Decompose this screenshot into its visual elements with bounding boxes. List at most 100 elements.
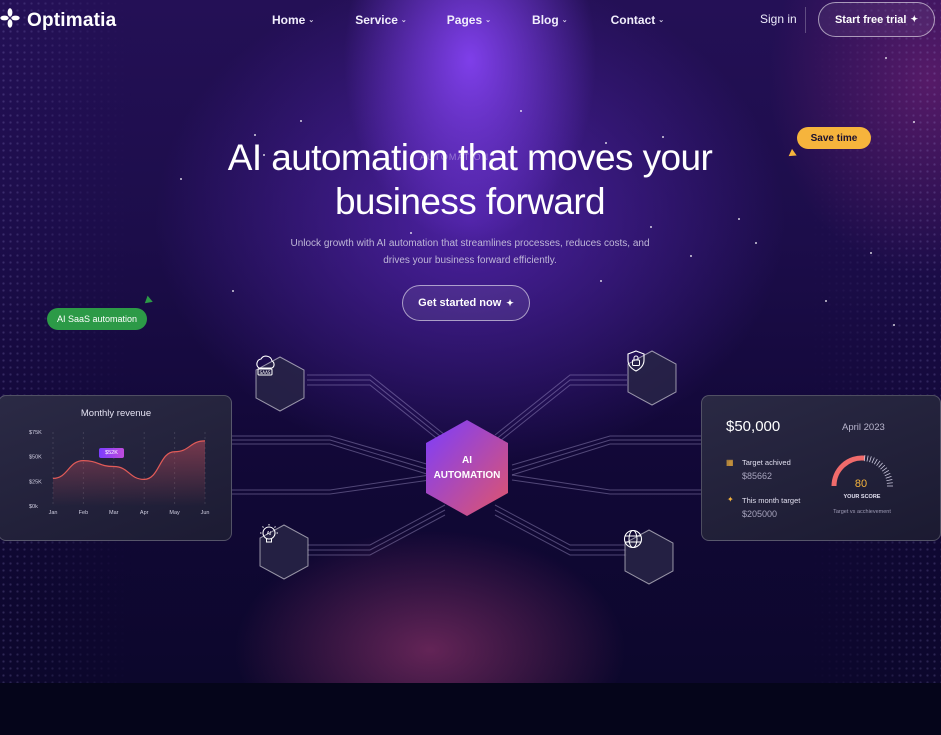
x-tick-label: Mar: [109, 510, 119, 516]
gauge-tick: [880, 464, 886, 470]
ai-automation-core: AI AUTOMATION: [422, 418, 512, 518]
gauge-tick: [876, 460, 881, 466]
x-tick-label: Jan: [49, 510, 58, 516]
target-achieved-value: $85662: [742, 471, 773, 481]
sparkle-icon: ✦: [727, 495, 734, 504]
globe-icon: [622, 528, 676, 586]
nav-item-label: Pages: [446, 13, 483, 27]
logo-icon: [0, 8, 20, 33]
shield-lock-icon: [625, 349, 679, 407]
chevron-down-icon: ⌄: [561, 17, 568, 24]
y-tick-label: $50K: [29, 455, 42, 461]
star: [755, 242, 757, 244]
nav-item-contact[interactable]: Contact ⌄: [611, 13, 665, 27]
chevron-down-icon: ⌄: [485, 17, 492, 24]
x-tick-label: May: [169, 510, 180, 516]
gauge-tick: [878, 462, 883, 468]
grid-icon: ▦: [726, 458, 734, 467]
nav-item-label: Contact: [610, 13, 656, 27]
saas-node-text: SAAS: [260, 370, 271, 375]
target-achieved-label: Target achived: [742, 458, 791, 467]
monthly-revenue-card: Monthly revenue $75K $50K $25K $0k Jan Feb Mar…: [0, 395, 232, 541]
gauge-tick: [885, 475, 892, 479]
hero-subtext: Unlock growth with AI automation that st…: [260, 235, 680, 269]
score-subcaption: Target vs acchievement: [833, 509, 891, 515]
star: [870, 252, 872, 254]
y-tick-label: $25K: [29, 479, 42, 485]
cloud-saas-icon: SAAS: [253, 355, 307, 413]
ai-bulb-icon: AI: [257, 523, 311, 581]
logo[interactable]: Optimatia: [0, 8, 116, 33]
gauge-tick: [884, 472, 891, 477]
star: [893, 324, 895, 326]
gauge-tick: [881, 467, 888, 472]
chevron-down-icon: ⌄: [658, 17, 665, 24]
ai-node-text: AI: [267, 531, 272, 537]
saas-node: SAAS: [253, 355, 307, 413]
chevron-down-icon: ⌄: [308, 17, 315, 24]
star: [520, 110, 522, 112]
top-nav: Optimatia Home ⌄ Service ⌄ Pages ⌄ Blog …: [0, 0, 941, 40]
gauge-tick: [873, 458, 878, 465]
save-time-badge: Save time: [797, 127, 871, 149]
core-label-line-2: AUTOMATION: [433, 470, 501, 481]
nav-divider: [805, 7, 806, 33]
nav-item-home[interactable]: Home ⌄: [272, 13, 314, 27]
main-menu: Home ⌄ Service ⌄ Pages ⌄ Blog ⌄ Contact …: [272, 13, 664, 27]
star: [410, 232, 412, 234]
nav-item-label: Blog: [532, 13, 559, 27]
x-tick-label: Apr: [140, 510, 149, 516]
chevron-down-icon: ⌄: [400, 17, 407, 24]
get-started-button[interactable]: Get started now ✦: [402, 285, 530, 321]
nav-item-label: Service: [355, 13, 398, 27]
y-tick-label: $75K: [29, 430, 42, 436]
star: [232, 290, 234, 292]
x-tick-label: Jun: [201, 510, 210, 516]
nav-item-blog[interactable]: Blog ⌄: [532, 13, 568, 27]
star: [300, 120, 302, 122]
star: [885, 57, 887, 59]
brand-name: Optimatia: [27, 9, 117, 31]
headline-line-2: business forward: [334, 181, 606, 222]
x-tick-label: Feb: [79, 510, 88, 516]
nav-item-label: Home: [272, 13, 306, 27]
month-target-value: $205000: [742, 509, 778, 519]
score-caption: YOUR SCORE: [843, 494, 881, 500]
month-target-label: This month target: [742, 496, 801, 505]
globe-node: [622, 528, 676, 586]
revenue-chart: $75K $50K $25K $0k Jan Feb Mar Apr May Jun: [29, 430, 210, 516]
trial-label: Start free trial: [834, 13, 907, 26]
gauge-tick: [883, 470, 889, 474]
gauge-tick: [863, 455, 866, 462]
nav-item-pages[interactable]: Pages ⌄: [447, 13, 491, 27]
subtext-line-2: drives your business forward efficiently…: [383, 255, 557, 266]
chart-tooltip: $52K: [99, 448, 124, 458]
star: [690, 255, 692, 257]
stats-amount: $50,000: [726, 418, 781, 435]
section-divider: [0, 683, 941, 735]
ai-node: AI: [257, 523, 311, 581]
core-label-line-1: AI: [462, 455, 472, 466]
star: [913, 121, 915, 123]
security-node: [625, 349, 679, 407]
headline-line-1: AI automation that moves your: [227, 137, 713, 178]
score-value: 80: [854, 478, 868, 490]
sparkle-icon: ✦: [910, 14, 919, 24]
star: [650, 226, 652, 228]
page-title: AI automation that moves your business f…: [170, 136, 770, 224]
gauge-tick: [886, 482, 893, 484]
cta-label: Get started now: [418, 297, 502, 309]
gauge-tick: [886, 479, 893, 482]
target-stats-card: $50,000 April 2023 ▦ Target achived $856…: [701, 395, 941, 541]
sparkle-icon: ✦: [506, 297, 514, 308]
star: [825, 300, 827, 302]
subtext-line-1: Unlock growth with AI automation that st…: [290, 238, 650, 249]
star: [600, 280, 602, 282]
stats-date: April 2023: [842, 422, 885, 433]
gauge-tick: [871, 457, 875, 464]
start-free-trial-button[interactable]: Start free trial ✦: [818, 2, 935, 37]
gauge-tick: [866, 455, 869, 462]
nav-item-service[interactable]: Service ⌄: [355, 13, 407, 27]
sign-in-link[interactable]: Sign in: [760, 12, 797, 26]
ai-saas-badge: AI SaaS automation: [47, 308, 147, 330]
